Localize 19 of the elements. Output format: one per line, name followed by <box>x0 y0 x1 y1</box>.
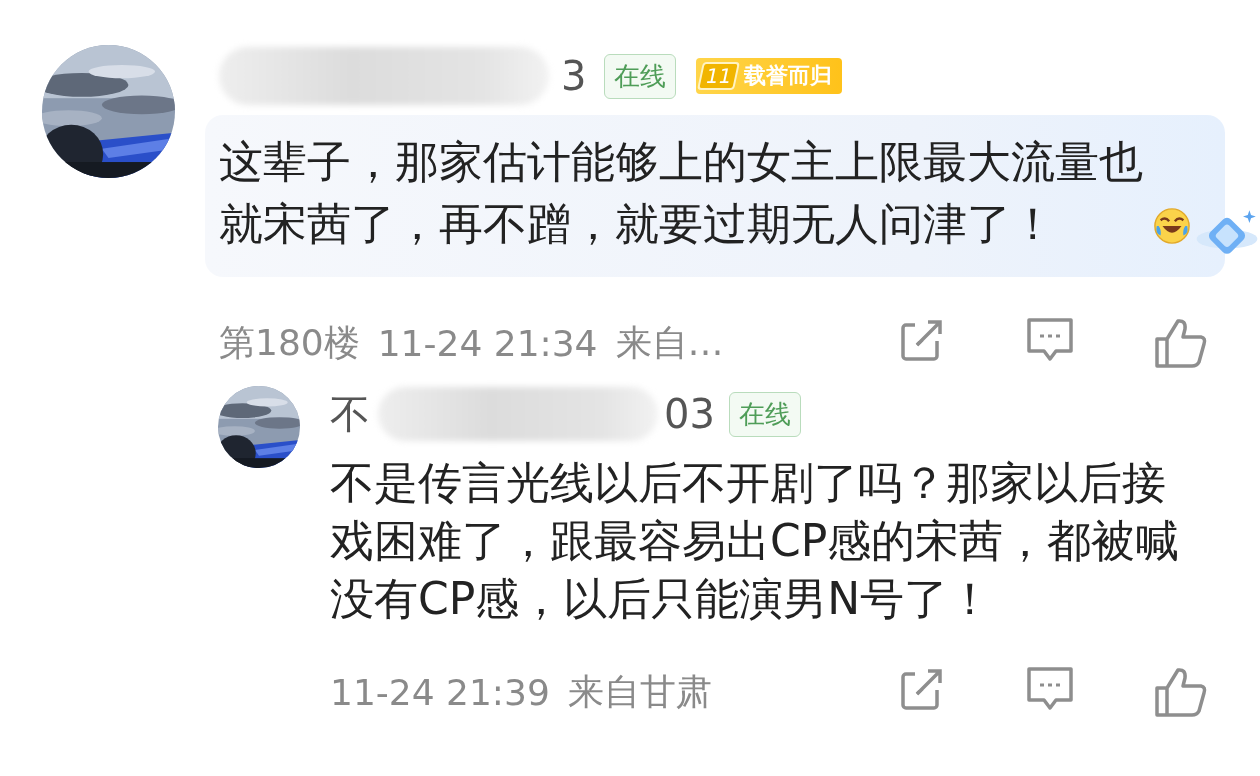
reply-text: 不是传言光线以后不开剧了吗？那家以后接戏困难了，跟最容易出CP感的宋茜，都被喊没有CP感，以后只能演男N号了！ <box>330 456 1181 626</box>
username[interactable]: 03 <box>664 391 715 437</box>
online-badge: 在线 <box>728 391 801 437</box>
laughing-emoji-icon <box>1153 207 1191 245</box>
username[interactable]: 3 <box>561 53 587 99</box>
location: 来自… <box>615 320 724 365</box>
comment-icon[interactable] <box>1026 666 1074 712</box>
like-icon[interactable] <box>1154 666 1208 718</box>
level-number: 11 <box>697 62 741 90</box>
location: 来自甘肃 <box>567 669 712 714</box>
timestamp: 11-24 21:39 <box>330 671 550 713</box>
comment-text: 这辈子，那家估计能够上的女主上限最大流量也就宋茜了，再不蹭，就要过期无人问津了！ <box>219 135 1144 251</box>
comment-icon[interactable] <box>1026 317 1074 363</box>
timestamp: 11-24 21:34 <box>377 322 598 364</box>
like-icon[interactable] <box>1154 317 1208 369</box>
level-title: 载誉而归 <box>743 62 832 90</box>
floor-number: 第180楼 <box>219 320 360 365</box>
online-badge: 在线 <box>604 53 677 99</box>
username[interactable]: 不 <box>330 386 370 442</box>
